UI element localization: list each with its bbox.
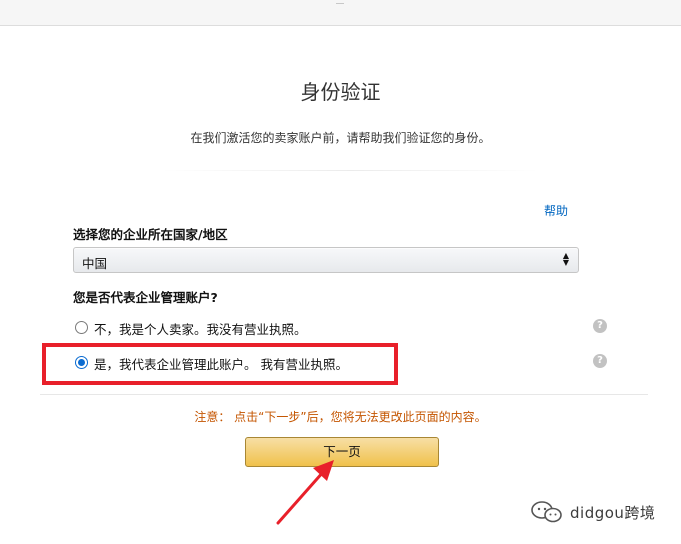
help-link[interactable]: 帮助 <box>544 202 568 219</box>
section-divider <box>40 394 648 395</box>
business-question-label: 您是否代表企业管理账户? <box>73 290 218 305</box>
radio-individual[interactable] <box>75 321 88 334</box>
warning-notice: 注意： 点击“下一步”后，您将无法更改此页面的内容。 <box>194 410 487 424</box>
radio-option-individual-label: 不，我是个人卖家。我没有营业执照。 <box>94 322 307 337</box>
topbar-indicator <box>336 0 344 4</box>
top-navigation-bar <box>0 0 681 26</box>
wechat-icon <box>531 501 562 523</box>
country-select-value: 中国 <box>82 256 108 271</box>
question-circle-icon[interactable]: ? <box>593 319 607 333</box>
pointer-arrow-icon <box>276 460 334 525</box>
country-select[interactable]: 中国 ▲ ▼ <box>73 247 579 273</box>
watermark-text: didgou跨境 <box>570 504 656 522</box>
title-divider <box>160 170 540 171</box>
country-select-label: 选择您的企业所在国家/地区 <box>73 227 228 242</box>
chevron-updown-icon: ▲ ▼ <box>562 251 569 267</box>
page-title: 身份验证 <box>300 80 381 104</box>
question-circle-icon[interactable]: ? <box>593 354 607 368</box>
annotation-highlight-box <box>42 343 398 385</box>
page-subtitle: 在我们激活您的卖家账户前，请帮助我们验证您的身份。 <box>190 131 491 145</box>
